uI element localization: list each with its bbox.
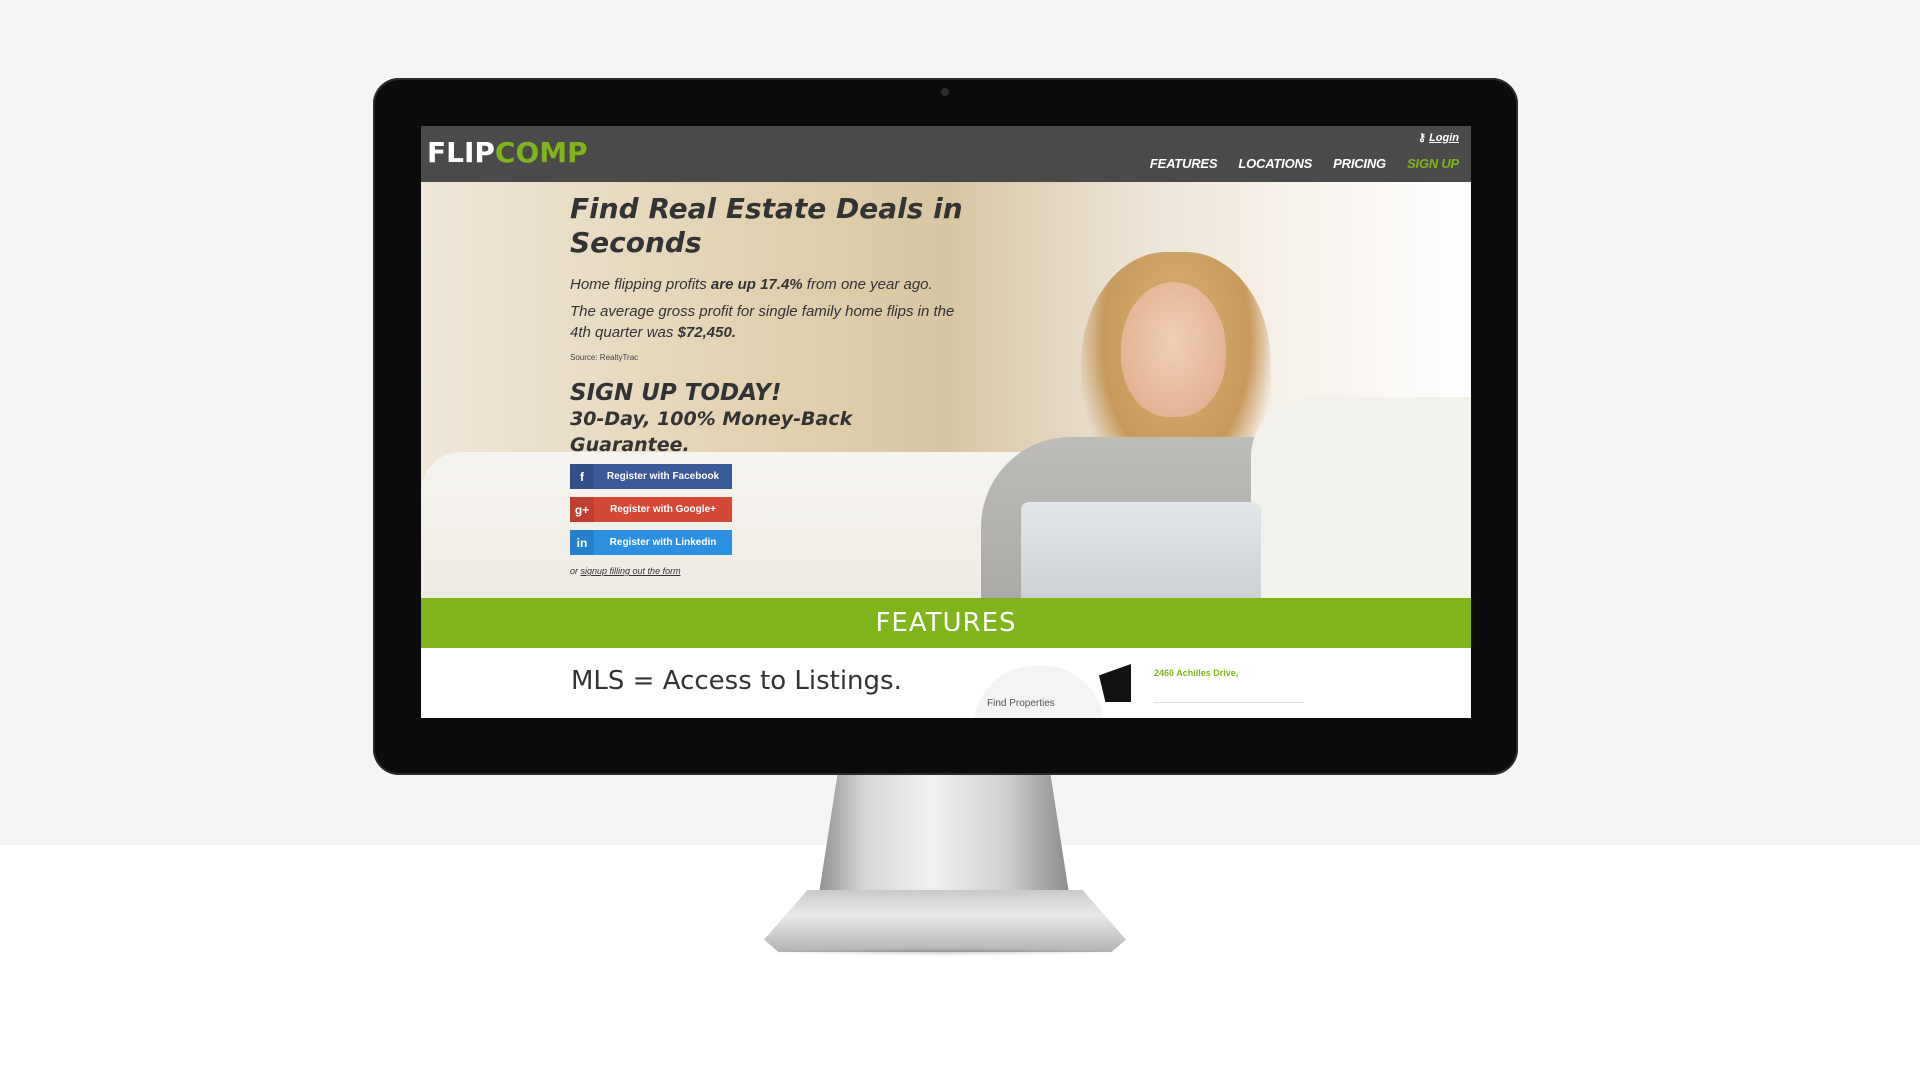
hero-photo-woman-face — [1121, 282, 1226, 417]
register-linkedin-button[interactable]: in Register with Linkedin — [570, 530, 732, 555]
register-linkedin-label: Register with Linkedin — [609, 537, 717, 548]
register-google-plus-button[interactable]: g+ Register with Google+ — [570, 497, 732, 522]
preview-divider — [1154, 702, 1304, 703]
mls-heading: MLS = Access to Listings. — [571, 666, 902, 696]
monitor-stand-base — [764, 890, 1126, 952]
nav-item-sign-up[interactable]: SIGN UP — [1407, 156, 1459, 171]
facebook-icon: f — [570, 464, 594, 489]
camera-icon — [941, 88, 949, 96]
gross-profit-text: The average gross profit for single fami… — [570, 303, 955, 341]
logo-text-flip: FLIP — [427, 136, 495, 169]
hero-photo-sofa-arm — [1251, 397, 1471, 598]
source-caption: Source: RealtyTrac — [570, 353, 639, 362]
linkedin-icon: in — [570, 530, 594, 555]
monitor-stand-shadow — [760, 948, 1130, 956]
login-label: Login — [1429, 132, 1459, 144]
guarantee-heading: 30-Day, 100% Money-Back Guarantee. — [570, 408, 853, 456]
features-title: FEATURES — [875, 608, 1017, 638]
hero-photo-laptop — [1021, 502, 1261, 598]
top-navigation: FLIPCOMP ⚷ Login FEATURES LOCATIONS PRICI… — [421, 126, 1471, 182]
login-link[interactable]: ⚷ Login — [1418, 131, 1459, 144]
register-facebook-label: Register with Facebook — [606, 471, 720, 482]
flipcomp-logo[interactable]: FLIPCOMP — [427, 138, 588, 168]
feature-preview-panel — [974, 666, 1104, 718]
find-properties-label: Find Properties — [987, 698, 1055, 709]
signup-today-heading: SIGN UP TODAY! — [570, 380, 782, 406]
register-google-plus-label: Register with Google+ — [610, 504, 716, 515]
features-section: MLS = Access to Listings. Find Propertie… — [421, 648, 1471, 718]
profit-stat-text: Home flipping profits are up 17.4% from … — [570, 276, 933, 293]
or-text: or — [570, 566, 581, 576]
register-facebook-button[interactable]: f Register with Facebook — [570, 464, 732, 489]
signup-form-link[interactable]: signup filling out the form — [581, 566, 681, 576]
features-banner: FEATURES — [421, 598, 1471, 648]
preview-address: 2460 Achilles Drive, — [1154, 668, 1239, 678]
feature-preview-graphic — [1099, 664, 1131, 702]
nav-item-pricing[interactable]: PRICING — [1333, 156, 1386, 171]
hero-headline: Find Real Estate Deals in Seconds — [570, 192, 963, 259]
google-plus-icon: g+ — [570, 497, 594, 522]
hero-section: Find Real Estate Deals in Seconds Home f… — [421, 182, 1471, 598]
main-menu: FEATURES LOCATIONS PRICING SIGN UP — [1150, 156, 1459, 171]
form-signup-line: or signup filling out the form — [570, 566, 970, 576]
monitor-stand-neck — [818, 770, 1070, 900]
nav-item-locations[interactable]: LOCATIONS — [1238, 156, 1312, 171]
website-screen: FLIPCOMP ⚷ Login FEATURES LOCATIONS PRICI… — [421, 126, 1471, 718]
key-icon: ⚷ — [1418, 132, 1427, 144]
hero-content: Find Real Estate Deals in Seconds Home f… — [570, 192, 970, 576]
logo-text-comp: COMP — [494, 136, 588, 169]
nav-item-features[interactable]: FEATURES — [1150, 156, 1218, 171]
